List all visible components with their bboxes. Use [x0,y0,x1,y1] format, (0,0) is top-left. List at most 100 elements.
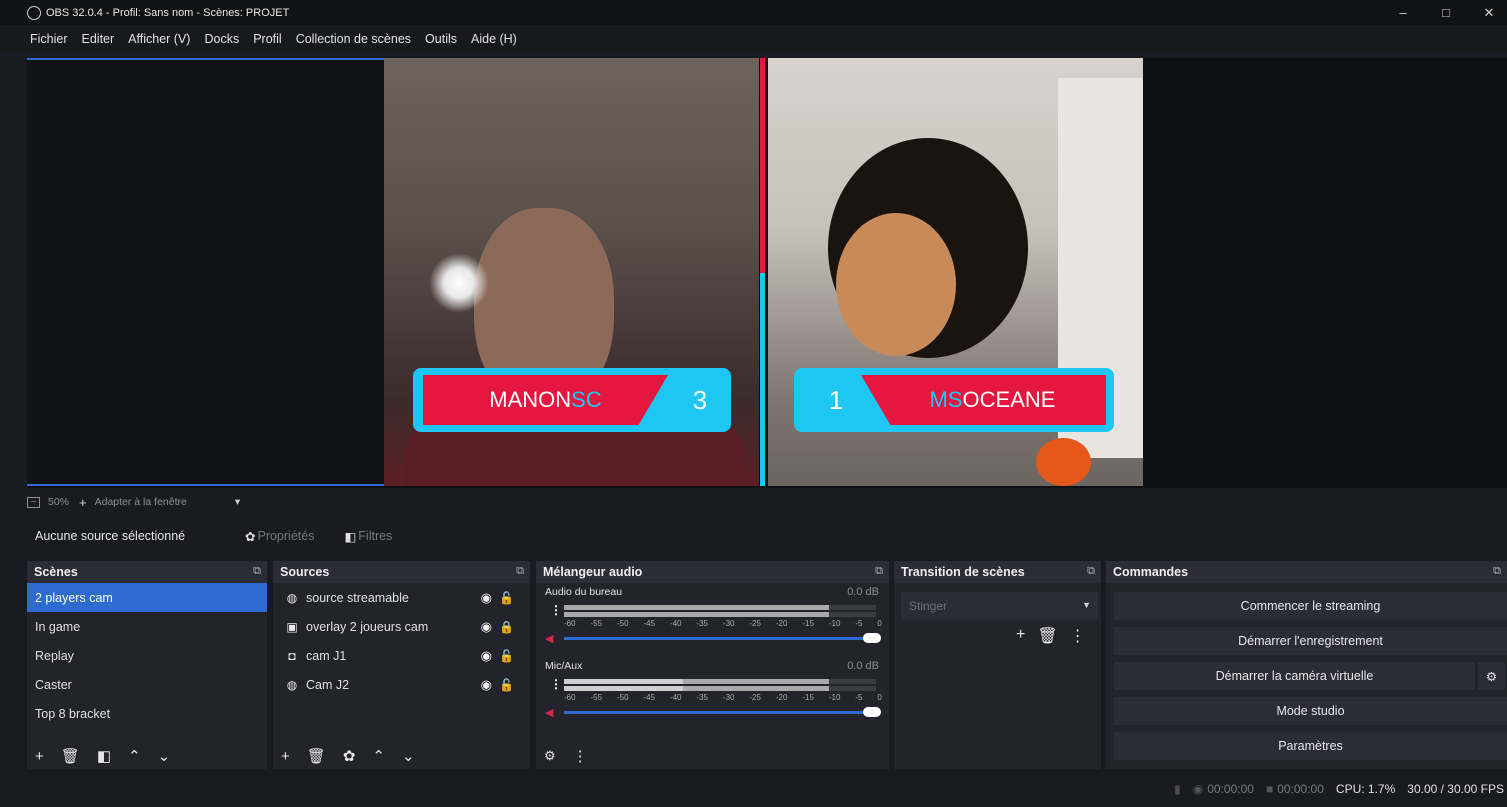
globe-icon: ◍ [286,590,298,605]
add-transition-icon[interactable]: + [1016,626,1025,646]
source-item[interactable]: ◍ Cam J2 ◉ 🔓 [273,670,530,699]
sources-header: Sources ⧉ [273,561,530,583]
start-streaming-button[interactable]: Commencer le streaming [1114,592,1507,620]
gear-icon: ✿ [245,529,256,544]
zoom-out-button[interactable]: − [27,496,40,508]
slider-knob[interactable] [863,633,881,643]
eye-icon[interactable]: ◉ [481,619,492,635]
trash-icon[interactable]: 🗑 [307,747,326,765]
advanced-audio-gear-icon[interactable]: ⚙ [544,748,556,764]
add-source-icon[interactable]: + [281,748,290,765]
scoreboard-right-score: 1 [828,384,844,415]
signal-icon: ▮ [1174,782,1181,796]
scene-item-2-players-cam[interactable]: 2 players cam [27,583,267,612]
scoreboard-right-name: MS OCEANE [861,375,1106,425]
menu-collection[interactable]: Collection de scènes [296,32,411,46]
undock-icon[interactable]: ⧉ [875,565,883,578]
title-bar: OBS 32.0.4 - Profil: Sans nom - Scènes: … [0,0,1507,25]
transition-select[interactable]: Stinger ▼ [901,592,1098,620]
sources-toolbar: + 🗑 ✿ ⌃ ⌄ [273,743,432,769]
volume-slider[interactable] [564,707,881,717]
record-status-icon: ■ [1265,782,1274,796]
zoom-dropdown-icon[interactable]: ▾ [235,496,240,508]
menu-docks[interactable]: Docks [204,32,239,46]
menu-aide[interactable]: Aide (H) [471,32,517,46]
undock-icon[interactable]: ⧉ [1087,565,1095,578]
volume-slider[interactable] [564,633,881,643]
channel-menu-icon[interactable]: ⋮ [550,603,562,617]
start-virtual-camera-button[interactable]: Démarrer la caméra virtuelle [1114,662,1475,690]
scenes-header: Scènes ⧉ [27,561,267,583]
volume-meter [564,605,876,610]
zoom-fit-label[interactable]: Adapter à la fenêtre [95,496,187,508]
eye-icon[interactable]: ◉ [481,677,492,693]
menu-editer[interactable]: Editer [82,32,115,46]
move-down-icon[interactable]: ⌄ [158,747,171,765]
start-recording-button[interactable]: Démarrer l'enregistrement [1114,627,1507,655]
minimize-button[interactable]: – [1385,0,1421,25]
unlock-icon[interactable]: 🔓 [499,678,514,692]
scene-item-top-8-bracket[interactable]: Top 8 bracket [27,699,267,728]
trash-icon[interactable]: 🗑 [1037,626,1057,646]
source-item[interactable]: ◍ source streamable ◉ 🔓 [273,583,530,612]
preview-empty-area [27,58,384,486]
transitions-dock: Transition de scènes ⧉ Stinger ▼ + 🗑 ⋮ [894,561,1101,769]
trash-icon[interactable]: 🗑 [61,747,80,765]
filter-icon[interactable]: ◧ [97,747,111,765]
center-divider [759,58,768,486]
maximize-button[interactable]: □ [1428,0,1464,25]
controls-dock: Commandes ⧉ Commencer le streaming Démarr… [1106,561,1507,769]
gear-icon[interactable]: ✿ [343,747,356,765]
studio-mode-button[interactable]: Mode studio [1114,697,1507,725]
menu-afficher[interactable]: Afficher (V) [128,32,190,46]
scene-item-caster[interactable]: Caster [27,670,267,699]
orange-object [1036,438,1091,486]
eye-icon[interactable]: ◉ [481,590,492,606]
mixer-menu-icon[interactable]: ⋮ [573,747,588,765]
menu-outils[interactable]: Outils [425,32,457,46]
close-button[interactable]: ✕ [1471,0,1507,25]
mute-icon[interactable]: ◀ [545,706,553,719]
filters-button[interactable]: ◧ Filtres [344,529,392,544]
scene-item-in-game[interactable]: In game [27,612,267,641]
settings-button[interactable]: Paramètres [1114,732,1507,760]
source-item[interactable]: ◘ cam J1 ◉ 🔓 [273,641,530,670]
zoom-level: 50% [48,496,70,508]
scenes-dock: Scènes ⧉ 2 players cam In game Replay Cas… [27,561,267,769]
volume-meter [564,612,876,617]
lock-icon[interactable]: 🔒 [499,620,514,634]
move-up-icon[interactable]: ⌃ [128,747,141,765]
menu-profil[interactable]: Profil [253,32,281,46]
scene-item-replay[interactable]: Replay [27,641,267,670]
menu-fichier[interactable]: Fichier [30,32,68,46]
zoom-in-button[interactable]: + [79,495,87,510]
chevron-down-icon: ▼ [1082,600,1091,610]
properties-button[interactable]: ✿ Propriétés [245,529,314,544]
globe-icon: ◍ [286,677,298,692]
scoreboard-left-name: MANON SC [423,375,668,425]
unlock-icon[interactable]: 🔓 [499,591,514,605]
undock-icon[interactable]: ⧉ [516,565,524,578]
mixer-toolbar: ⚙ ⋮ [536,743,605,769]
undock-icon[interactable]: ⧉ [253,565,261,578]
channel-db: 0.0 dB [847,660,879,672]
eye-icon[interactable]: ◉ [481,648,492,664]
add-scene-icon[interactable]: + [35,748,44,765]
move-up-icon[interactable]: ⌃ [372,747,385,765]
source-item[interactable]: ▣ overlay 2 joueurs cam ◉ 🔒 [273,612,530,641]
meter-ticks: -60 -55 -50 -45 -40 -35 -30 -25 -20 -15 -10 -5 0 [564,693,882,702]
virtual-camera-settings-gear-icon[interactable]: ⚙ [1478,662,1505,690]
transition-menu-icon[interactable]: ⋮ [1070,626,1086,646]
sources-dock: Sources ⧉ ◍ source streamable ◉ 🔓 ▣ overla… [273,561,530,769]
move-down-icon[interactable]: ⌄ [402,747,415,765]
mixer-channel-mic: Mic/Aux 0.0 dB ⋮ -60 -55 -50 -45 -40 -35 -30 -2… [536,657,889,731]
source-toolbar: Aucune source sélectionné ✿ Propriétés ◧… [27,520,1507,552]
unlock-icon[interactable]: 🔓 [499,649,514,663]
channel-menu-icon[interactable]: ⋮ [550,677,562,691]
mute-icon[interactable]: ◀ [545,632,553,645]
menu-bar: Fichier Editer Afficher (V) Docks Profil… [0,25,1507,52]
zoom-bar: − 50% + Adapter à la fenêtre ▾ [27,492,240,512]
no-source-label: Aucune source sélectionné [35,529,186,543]
slider-knob[interactable] [863,707,881,717]
undock-icon[interactable]: ⧉ [1493,565,1501,578]
